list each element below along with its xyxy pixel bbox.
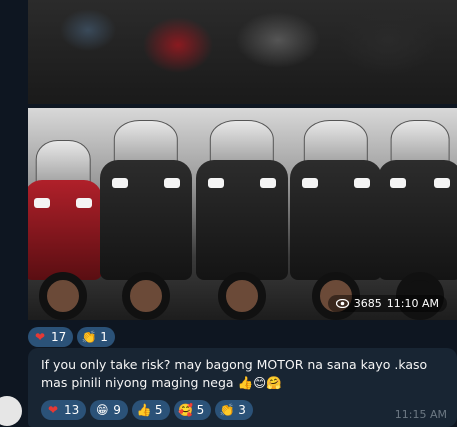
- reaction-clap[interactable]: 👏 1: [77, 327, 115, 347]
- message-reactions: ❤ 13 😁 9 👍 5 🥰 5 👏 3: [41, 400, 253, 420]
- photo-top-scooters[interactable]: [28, 0, 457, 104]
- scooter: [378, 120, 457, 320]
- reaction-count: 3: [238, 403, 246, 417]
- reaction-heart[interactable]: ❤ 13: [41, 400, 87, 420]
- reaction-count: 5: [154, 403, 163, 417]
- reaction-count: 1: [100, 330, 108, 344]
- scooter: [196, 120, 288, 320]
- reaction-count: 9: [113, 403, 121, 417]
- reaction-clap[interactable]: 👏 3: [215, 400, 253, 420]
- avatar[interactable]: [0, 396, 22, 426]
- reaction-heart[interactable]: ❤ 17: [28, 327, 74, 347]
- clapping-hands-icon: 👏: [219, 403, 235, 417]
- view-count: 3685: [353, 297, 382, 310]
- scooter-red: [28, 140, 102, 320]
- scooter: [290, 120, 382, 320]
- message-timestamp: 11:15 AM: [394, 408, 447, 421]
- views-time-overlay: 3685 11:10 AM: [327, 295, 447, 312]
- thumbs-up-icon: 👍: [136, 403, 152, 417]
- photo-scooters[interactable]: 3685 11:10 AM: [28, 108, 457, 320]
- grinning-face-icon: 😁: [96, 403, 109, 417]
- photo-reactions: ❤ 17 👏 1: [28, 327, 115, 347]
- heart-icon: ❤: [47, 403, 59, 417]
- eye-icon: [335, 299, 349, 308]
- photo-timestamp: 11:10 AM: [386, 297, 439, 310]
- reaction-thumbs-up[interactable]: 👍 5: [131, 400, 170, 420]
- reaction-count: 5: [196, 403, 205, 417]
- reaction-grin[interactable]: 😁 9: [90, 400, 128, 420]
- reaction-count: 13: [64, 403, 80, 417]
- clapping-hands-icon: 👏: [81, 330, 97, 344]
- reaction-count: 17: [51, 330, 67, 344]
- smiling-face-with-hearts-icon: 🥰: [178, 403, 194, 417]
- message-text: If you only take risk? may bagong MOTOR …: [41, 357, 428, 390]
- heart-icon: ❤: [34, 330, 46, 344]
- scooter: [100, 120, 192, 320]
- chat-view: 3685 11:10 AM ❤ 17 👏 1 If you only take …: [0, 0, 457, 427]
- reaction-love[interactable]: 🥰 5: [173, 400, 212, 420]
